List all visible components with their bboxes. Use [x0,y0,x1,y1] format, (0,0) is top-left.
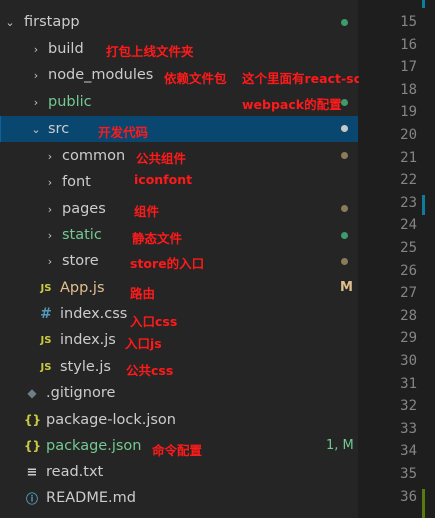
line-number: 15 [400,14,417,30]
line-number: 24 [400,217,417,233]
chevron-right-icon: › [47,228,53,242]
json-icon: {} [24,413,42,427]
annotation-static: 静态文件 [132,231,183,246]
tree-file-gitignore[interactable]: ◆ .gitignore [0,380,358,406]
chevron-down-icon: ⌄ [31,122,41,136]
tree-item-label: package.json [46,438,142,454]
chevron-down-icon: ⌄ [5,15,15,29]
chevron-right-icon: › [47,254,53,268]
tree-folder-src[interactable]: ⌄ src [0,116,358,142]
tree-item-label: index.css [60,306,128,322]
json-icon: {} [24,439,42,453]
line-number: 28 [400,308,417,324]
line-number: 23 [400,195,417,211]
tree-file-index-js[interactable]: JS index.js [0,327,358,353]
annotation-store: store的入口 [130,256,205,271]
git-status-dot [341,125,348,132]
css-icon: # [40,306,52,322]
git-icon: ◆ [27,386,37,400]
line-number: 29 [400,330,417,346]
git-status-dot [341,19,348,26]
chevron-right-icon: › [47,149,53,163]
annotation-build: 打包上线文件夹 [106,44,194,59]
annotation-common: 公共组件 [136,151,187,166]
line-number: 31 [400,376,417,392]
annotation-style-js: 公共css [126,363,174,378]
js-icon: JS [40,334,52,346]
git-change-marker [422,0,425,8]
js-icon: JS [40,361,52,373]
annotation-webpack: webpack的配置 [242,97,342,112]
annotation-font: iconfont [134,172,193,187]
git-status-dot [341,232,348,239]
annotation-index-js: 入口js [125,336,162,351]
tree-root-firstapp[interactable]: ⌄ firstapp [0,9,358,35]
line-number: 17 [400,59,417,75]
tree-file-readme-md[interactable]: ⓘ README.md [0,485,358,511]
tree-file-package-lock-json[interactable]: {} package-lock.json [0,407,358,433]
chevron-right-icon: › [33,95,39,109]
tree-item-label: App.js [60,280,105,296]
tree-item-label: node_modules [48,67,154,83]
annotation-app-js: 路由 [130,286,156,301]
js-icon: JS [40,282,52,294]
annotation-package-json: 命令配置 [152,443,203,458]
file-explorer: ⌄ firstapp › build 打包上线文件夹 › node_module… [0,0,415,518]
line-number: 22 [400,172,417,188]
line-number: 30 [400,353,417,369]
annotation-pages: 组件 [134,204,160,219]
annotation-src: 开发代码 [98,125,149,140]
line-number: 16 [400,37,417,53]
git-status-badge: M [340,280,353,295]
tree-item-label: public [48,94,92,110]
annotation-node-modules: 依赖文件包 [164,71,227,86]
tree-item-label: build [48,41,84,57]
git-status-dot [341,99,348,106]
tree-file-style-js[interactable]: JS style.js [0,354,358,380]
tree-file-index-css[interactable]: # index.css [0,301,358,327]
tree-item-label: read.txt [46,464,104,480]
tree-item-label: style.js [60,359,111,375]
tree-item-label: index.js [60,332,116,348]
line-number: 27 [400,285,417,301]
tree-item-label: pages [62,201,106,217]
tree-item-label: package-lock.json [46,412,176,428]
line-number: 34 [400,443,417,459]
tree-item-label: README.md [46,490,136,506]
chevron-right-icon: › [33,42,39,56]
line-number: 21 [400,150,417,166]
txt-icon: ≡ [26,464,38,480]
tree-item-label: static [62,227,102,243]
line-number: 32 [400,398,417,414]
line-number: 18 [400,82,417,98]
editor-line-gutter: 14 15 16 17 18 19 20 21 22 23 24 25 26 2… [359,0,435,518]
chevron-right-icon: › [47,175,53,189]
tree-folder-pages[interactable]: › pages [0,196,358,222]
tree-item-label: font [62,174,91,190]
tree-file-read-txt[interactable]: ≡ read.txt [0,459,358,485]
line-number: 26 [400,263,417,279]
tree-item-label: store [62,253,99,269]
line-number: 19 [400,104,417,120]
git-status-badge: 1, M [326,438,354,453]
tree-file-app-js[interactable]: JS App.js [0,275,358,301]
tree-item-label: .gitignore [46,385,116,401]
git-status-dot [341,205,348,212]
chevron-right-icon: › [33,68,39,82]
git-status-dot [341,258,348,265]
git-change-marker [422,489,425,518]
line-number: 20 [400,127,417,143]
git-status-dot [341,152,348,159]
tree-root-label: firstapp [24,14,80,30]
chevron-right-icon: › [47,202,53,216]
line-number: 14 [359,0,417,4]
tree-item-label: src [48,121,70,137]
md-icon: ⓘ [25,491,38,506]
line-number: 35 [400,466,417,482]
line-number: 33 [400,421,417,437]
tree-item-label: common [62,148,126,164]
line-number: 36 [400,489,417,505]
git-change-marker [422,195,425,215]
line-number: 25 [400,240,417,256]
